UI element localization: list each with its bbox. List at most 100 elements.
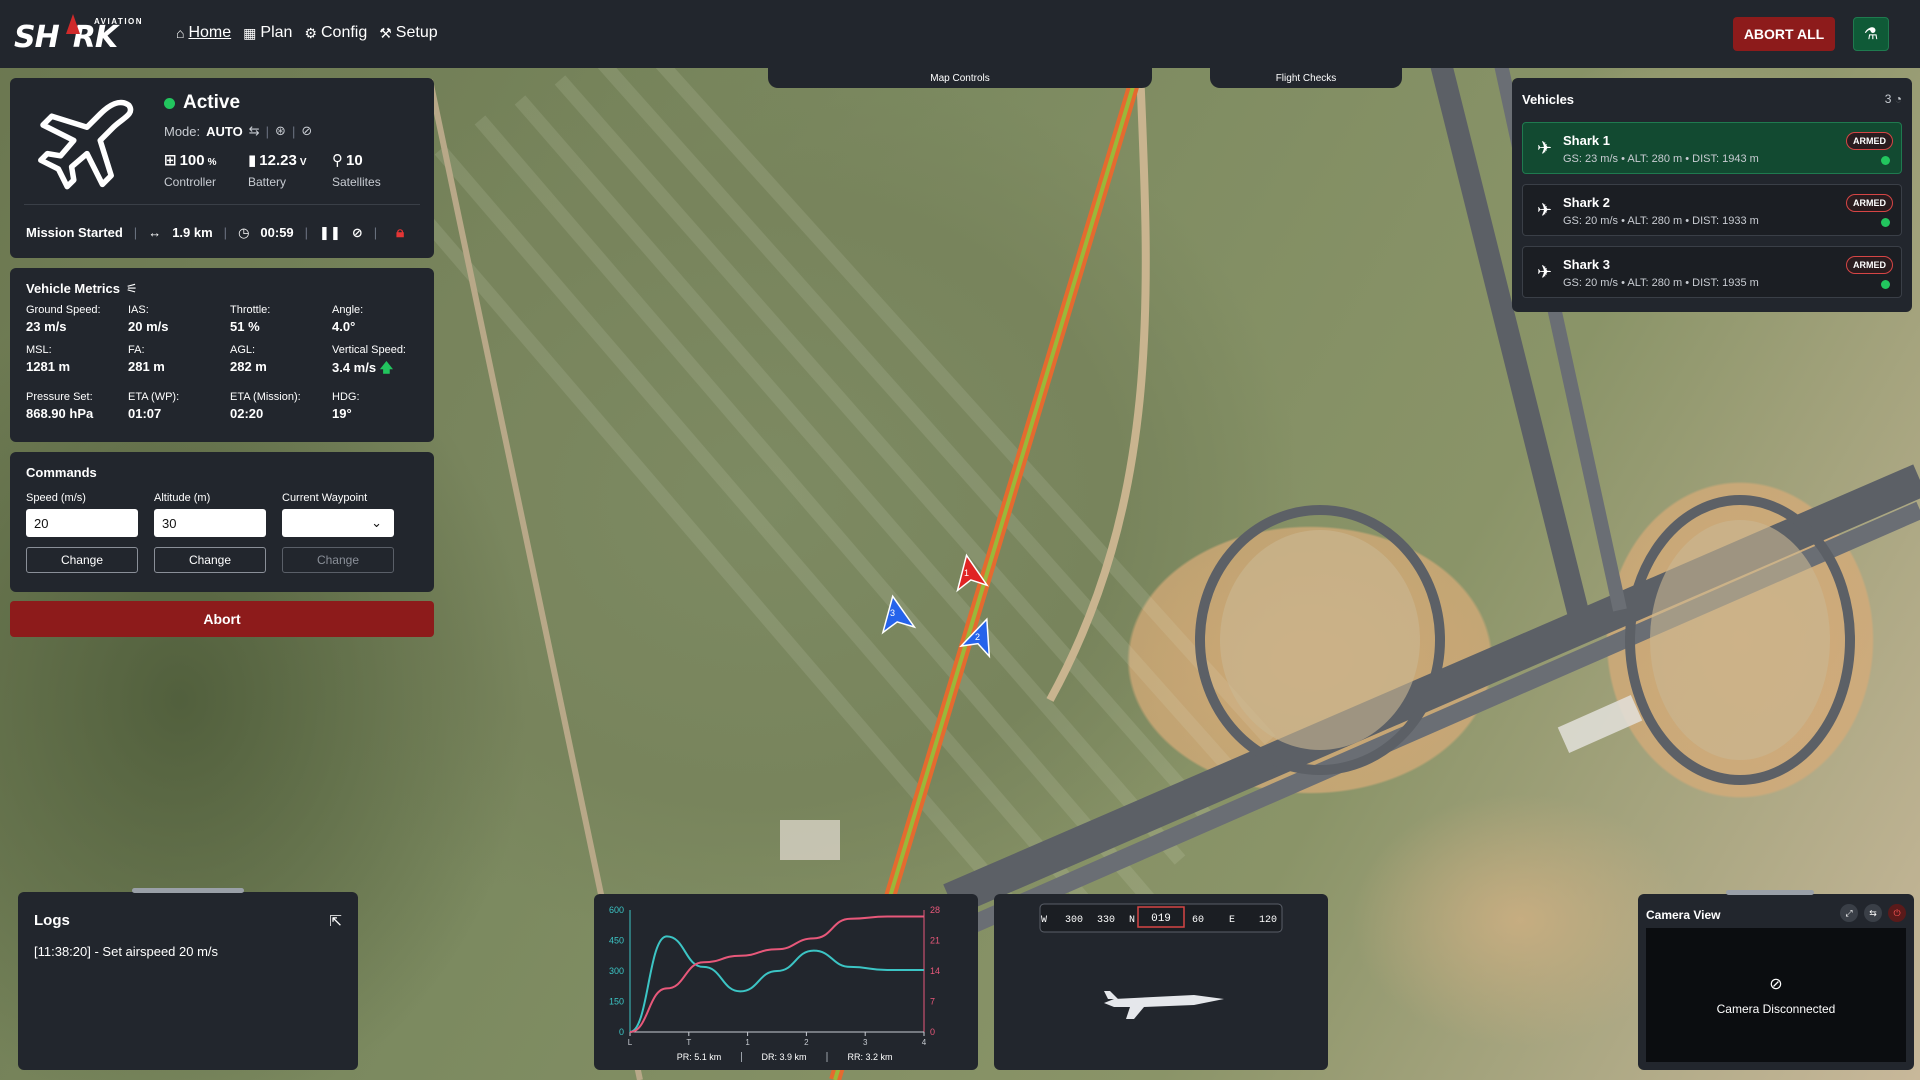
metrics-title-text: Vehicle Metrics	[26, 281, 120, 296]
vehicle-info: GS: 23 m/s • ALT: 280 m • DIST: 1943 m	[1563, 153, 1759, 165]
marker-label: 1	[964, 568, 969, 578]
x-tick-label: T	[686, 1038, 691, 1047]
satellites-value: 10	[346, 152, 363, 169]
commands-panel: Commands Speed (m/s) 20 Change Altitude …	[10, 452, 434, 592]
nav-label: Config	[320, 24, 368, 41]
expand-icon[interactable]: ⤢	[1840, 904, 1858, 922]
x-tick-label: L	[628, 1038, 633, 1047]
vehicle-metrics-panel: Vehicle Metrics ⚟ Ground Speed: 23 m/s IA…	[10, 268, 434, 442]
metric-vertical-speed: Vertical Speed: 3.4 m/s 🡅	[332, 344, 434, 381]
logs-panel: Logs ⇱ [11:38:20] - Set airspeed 20 m/s	[18, 888, 358, 1070]
compass-tick-label: W	[1041, 915, 1047, 926]
sliders-icon: ⚗	[1863, 26, 1879, 43]
metric-label: Ground Speed:	[26, 304, 101, 316]
x-tick-label: 1	[745, 1038, 750, 1047]
metric-angle: Angle: 4.0°	[332, 304, 434, 334]
vehicle-item-shark-1[interactable]: ✈ Shark 1 GS: 23 m/s • ALT: 280 m • DIST…	[1522, 122, 1902, 174]
altitude-command: Altitude (m) 30 Change	[154, 492, 266, 573]
state-label: Active	[183, 92, 241, 113]
gauge-icon[interactable]: ◔	[1895, 92, 1902, 106]
x-tick-label: 3	[863, 1038, 868, 1047]
vehicle-item-shark-2[interactable]: ✈ Shark 2 GS: 20 m/s • ALT: 280 m • DIST…	[1522, 184, 1902, 236]
logo-word-start: SH	[14, 20, 60, 55]
airplane-icon: ✈	[1537, 262, 1553, 282]
mission-timer: 00:59	[260, 225, 294, 240]
shark-aviation-logo[interactable]: SH RK AVIATION	[14, 12, 149, 56]
change-altitude-button[interactable]: Change	[154, 547, 266, 573]
range-footer-label: PR: 5.1 km	[677, 1052, 722, 1062]
mission-row: Mission Started | ↔ 1.9 km | ◷ 00:59 | ❚…	[26, 224, 404, 241]
abort-all-button[interactable]: ABORT ALL	[1733, 17, 1835, 51]
change-speed-button[interactable]: Change	[26, 547, 138, 573]
controller-settings-button[interactable]: ⚗	[1853, 17, 1889, 51]
external-link-icon[interactable]: ⇱	[329, 912, 342, 930]
change-waypoint-button[interactable]: Change	[282, 547, 394, 573]
nav-label: Plan	[260, 24, 293, 41]
speed-input[interactable]: 20	[26, 509, 138, 537]
range-footer-label: RR: 3.2 km	[847, 1052, 892, 1062]
altitude-input[interactable]: 30	[154, 509, 266, 537]
abort-button[interactable]: Abort	[10, 601, 434, 637]
vehicles-count-value: 3	[1884, 92, 1892, 106]
camera-controls: ⤢ ⇆ ⏻	[1840, 904, 1906, 922]
drag-handle[interactable]	[1726, 890, 1814, 895]
waypoint-select[interactable]: ⌄	[282, 509, 394, 537]
nav-setup[interactable]: ⚒ Setup	[379, 24, 437, 42]
metric-label: ETA (Mission):	[230, 391, 301, 403]
metrics-title: Vehicle Metrics ⚟	[26, 281, 138, 297]
nav-label: Setup	[395, 24, 438, 41]
lock-icon[interactable]: 🔒︎	[396, 224, 404, 241]
controller-unit: %	[207, 157, 217, 168]
map-controls-tab[interactable]: Map Controls	[768, 68, 1152, 88]
cancel-icon[interactable]: ⊘	[352, 225, 363, 241]
vehicles-panel: Vehicles 3 ◔ ✈ Shark 1 GS: 23 m/s • ALT:…	[1512, 78, 1912, 312]
controller-value: 100	[179, 152, 205, 169]
y-right-tick-label: 28	[930, 905, 940, 915]
home-icon: ⌂	[176, 25, 185, 41]
vehicle-item-shark-3[interactable]: ✈ Shark 3 GS: 20 m/s • ALT: 280 m • DIST…	[1522, 246, 1902, 298]
metrics-settings-icon[interactable]: ⚟	[126, 281, 138, 297]
compass-tick-label: N	[1129, 915, 1135, 926]
nav-config[interactable]: ⚙ Config	[304, 24, 367, 42]
metric-pressure-set: Pressure Set: 868.90 hPa	[26, 391, 128, 421]
interchange-center	[1650, 520, 1830, 760]
divider: |	[133, 225, 138, 240]
swap-icon[interactable]: ⇆	[249, 123, 260, 139]
metric-value: 868.90 hPa	[26, 406, 94, 421]
geofence-icon[interactable]: ⊛	[275, 123, 286, 139]
metric-msl: MSL: 1281 m	[26, 344, 128, 381]
nav-plan[interactable]: ▦ Plan	[243, 24, 292, 42]
compass-icon[interactable]: ⊘	[301, 123, 312, 139]
compass-tick-label: 60	[1192, 915, 1204, 926]
camera-feed: ⊘ Camera Disconnected	[1646, 928, 1906, 1062]
metric-label: MSL:	[26, 344, 52, 356]
altitude-label: Altitude (m)	[154, 492, 211, 504]
metric-ground-speed: Ground Speed: 23 m/s	[26, 304, 128, 334]
clock-icon: ◷	[238, 224, 250, 240]
y-right-tick-label: 7	[930, 997, 935, 1007]
controller-label: Controller	[164, 175, 217, 189]
marker-label: 2	[975, 632, 980, 642]
metric-label: Pressure Set:	[26, 391, 93, 403]
heading-value: 019	[1151, 913, 1171, 925]
drag-handle[interactable]	[132, 888, 244, 893]
pause-icon[interactable]: ❚❚	[319, 225, 341, 241]
swap-icon[interactable]: ⇆	[1864, 904, 1882, 922]
nav-home[interactable]: ⌂ Home	[176, 24, 231, 42]
metric-label: Vertical Speed:	[332, 344, 406, 356]
compass-tick-label: 300	[1065, 915, 1083, 926]
metric-label: HDG:	[332, 391, 360, 403]
building	[1557, 694, 1643, 754]
power-icon[interactable]: ⏻	[1888, 904, 1906, 922]
gears-icon: ⚙	[304, 24, 317, 41]
mission-status: Mission Started	[26, 225, 123, 240]
divider: |	[265, 123, 270, 139]
map-icon: ▦	[243, 24, 257, 41]
battery-unit: V	[299, 157, 307, 168]
divider	[24, 204, 420, 205]
metric-value: 4.0°	[332, 319, 356, 334]
series-line-1	[629, 935, 924, 1033]
metric-value: 02:20	[230, 406, 264, 421]
y-right-tick-label: 14	[930, 966, 940, 976]
flight-checks-tab[interactable]: Flight Checks	[1210, 68, 1402, 88]
